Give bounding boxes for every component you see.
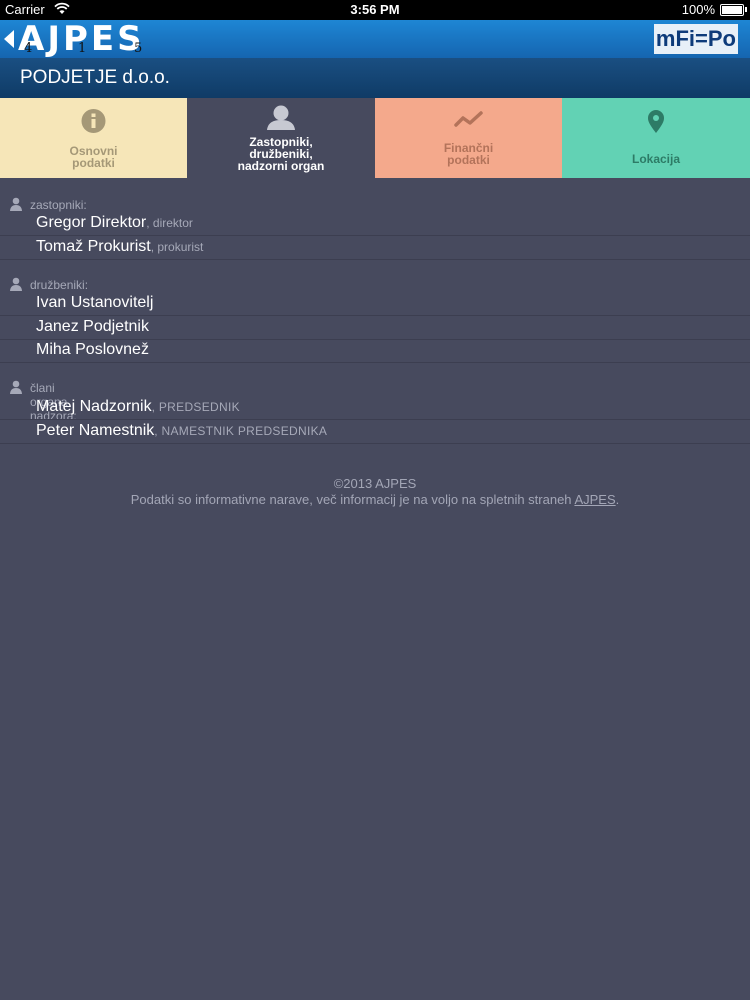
battery-percent: 100% [681,2,715,17]
trend-icon [454,111,483,127]
footer-note-end: . [615,492,620,507]
person-icon [10,197,22,211]
person-name: Miha Poslovnež [36,341,149,358]
mfipo-logo: mFi=Po [653,24,738,54]
logo-digit: 5 [134,41,143,56]
tab-osnovni-podatki[interactable]: Osnovni podatki [0,98,187,178]
footer-note-text: Podatki so informativne narave, več info… [130,492,575,507]
person-name: Ivan Ustanovitelj [36,294,154,311]
ajpes-link[interactable]: AJPES [574,492,615,507]
person-role: , prokurist [150,240,204,254]
person-name: Matej Nadzornik, PREDSEDNIK [36,398,240,416]
logo-digits: 4 1 5 [24,41,154,56]
status-bar: Carrier 3:56 PM 100% [0,0,750,20]
list-item[interactable]: Gregor Direktor, direktor [0,212,750,236]
map-pin-icon [648,110,664,133]
person-name: Janez Podjetnik [36,318,149,335]
tab-financni-podatki[interactable]: Finančni podatki [375,98,562,178]
tab-zastopniki[interactable]: Zastopniki, družbeniki, nadzorni organ [187,98,375,178]
company-bar: PODJETJE d.o.o. [0,58,750,98]
footer-note: Podatki so informativne narave, več info… [0,492,750,508]
list-item[interactable]: Tomaž Prokurist, prokurist [0,236,750,260]
person-role: , direktor [146,216,193,230]
battery-icon [720,4,744,16]
person-icon [10,380,22,394]
person-name-text: Peter Namestnik [36,422,155,439]
person-name: Peter Namestnik, NAMESTNIK PREDSEDNIKA [36,422,327,440]
clock: 3:56 PM [350,2,400,17]
person-role: , PREDSEDNIK [151,400,240,414]
section-heading-text: zastopniki: [30,198,87,212]
list-item[interactable]: Janez Podjetnik [0,316,750,340]
tab-label: nadzorni organ [237,159,325,173]
person-name-text: Gregor Direktor [36,214,147,231]
list-item[interactable]: Peter Namestnik, NAMESTNIK PREDSEDNIKA [0,420,750,444]
person-role: , NAMESTNIK PREDSEDNIKA [154,424,328,438]
back-chevron-icon[interactable] [4,30,14,48]
footer: ©2013 AJPES Podatki so informativne nara… [0,476,750,508]
person-icon [10,277,22,291]
tab-label: podatki [447,153,490,167]
battery-tip [745,7,747,12]
copyright: ©2013 AJPES [333,476,417,491]
logo-digit: 4 [24,41,33,56]
tab-label: podatki [72,156,115,170]
list-item[interactable]: Ivan Ustanovitelj [0,292,750,316]
person-icon [267,105,295,130]
tab-bar: Osnovni podatki Zastopniki, družbeniki, … [0,98,750,178]
section-heading-text: družbeniki: [30,278,89,292]
tab-lokacija[interactable]: Lokacija [562,98,750,178]
list-item[interactable]: Miha Poslovnež [0,339,750,363]
person-name-text: Matej Nadzornik [36,398,152,415]
person-name: Gregor Direktor, direktor [36,214,193,232]
list-item[interactable]: Matej Nadzornik, PREDSEDNIK [0,396,750,420]
person-name-text: Tomaž Prokurist [36,238,151,255]
app-header: AJPES 4 1 5 mFi=Po [0,20,750,58]
company-title: PODJETJE d.o.o. [20,67,170,88]
logo-digit: 1 [78,41,87,56]
person-name: Tomaž Prokurist, prokurist [36,238,203,256]
tab-label: Lokacija [631,152,681,166]
info-icon [81,109,106,133]
